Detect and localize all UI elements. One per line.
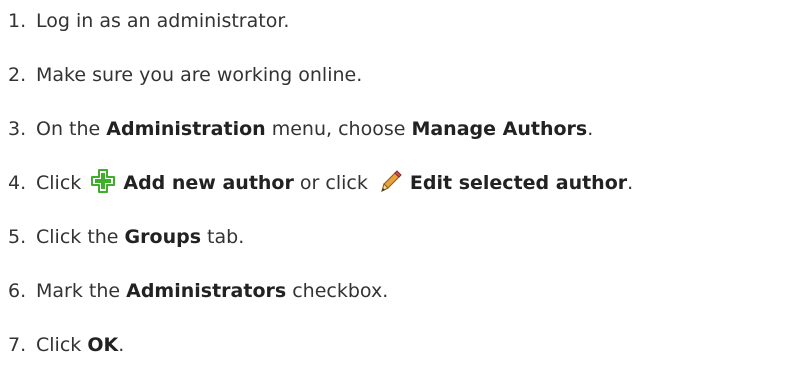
step-text-fragment: . <box>118 334 125 356</box>
step-number: 7. <box>8 334 27 356</box>
ui-term: OK <box>87 334 119 356</box>
ui-term: Administrators <box>126 280 287 302</box>
step-number: 6. <box>8 280 27 302</box>
step-text: On the Administration menu, choose Manag… <box>36 118 593 140</box>
step-number: 3. <box>8 118 27 140</box>
step-item: 1. Log in as an administrator. <box>8 6 289 36</box>
step-text-fragment: checkbox. <box>286 280 389 302</box>
step-text-fragment: . <box>627 172 634 194</box>
step-text: Click Add new author or click Edit selec… <box>36 169 634 194</box>
ui-term: Manage Authors <box>411 118 588 140</box>
step-text: Log in as an administrator. <box>36 10 289 32</box>
step-text-fragment: Mark the <box>36 280 127 302</box>
step-number: 4. <box>8 172 27 194</box>
step-text-fragment: Log in as an administrator. <box>36 10 290 32</box>
step-text-fragment: menu, choose <box>265 118 412 140</box>
step-text-fragment: . <box>587 118 594 140</box>
step-text: Click the Groups tab. <box>36 226 244 248</box>
ui-term: Add new author <box>123 172 294 194</box>
step-number: 1. <box>8 10 27 32</box>
pencil-icon <box>378 169 402 193</box>
step-text: Make sure you are working online. <box>36 64 362 86</box>
step-item: 2. Make sure you are working online. <box>8 60 362 90</box>
step-text: Mark the Administrators checkbox. <box>36 280 388 302</box>
step-text: Click OK. <box>36 334 124 356</box>
step-item: 6. Mark the Administrators checkbox. <box>8 276 388 306</box>
step-text-fragment: Click the <box>36 226 125 248</box>
ui-term: Edit selected author <box>409 172 628 194</box>
step-text-fragment: Click <box>36 334 88 356</box>
ui-term: Administration <box>106 118 266 140</box>
step-number: 2. <box>8 64 27 86</box>
step-item: 4. Click Add new author or click Edit sel… <box>8 168 633 198</box>
step-text-fragment: or click <box>293 172 374 194</box>
step-item: 3. On the Administration menu, choose Man… <box>8 114 593 144</box>
step-item: 5. Click the Groups tab. <box>8 222 244 252</box>
step-text-fragment: On the <box>36 118 107 140</box>
step-text-fragment: tab. <box>201 226 245 248</box>
step-item: 7. Click OK. <box>8 330 124 360</box>
step-text-fragment: Make sure you are working online. <box>36 64 363 86</box>
add-icon <box>91 169 116 193</box>
step-number: 5. <box>8 226 27 248</box>
step-text-fragment: Click <box>36 172 88 194</box>
ui-term: Groups <box>124 226 202 248</box>
